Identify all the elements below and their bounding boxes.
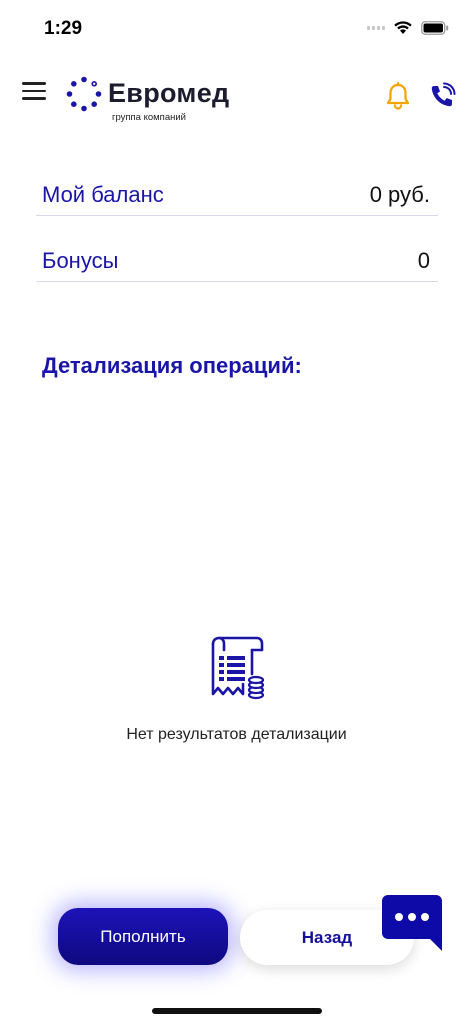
brand-logo: Евромед группа компаний: [66, 76, 256, 126]
logo-mark-icon: [66, 76, 102, 112]
details-title: Детализация операций:: [42, 353, 302, 378]
chat-icon[interactable]: [380, 893, 444, 960]
phone-icon[interactable]: [428, 82, 456, 115]
brand-name: Евромед: [108, 78, 230, 108]
topup-button-label: Пополнить: [100, 926, 186, 946]
receipt-icon: [205, 636, 267, 707]
topup-button[interactable]: Пополнить: [58, 908, 228, 965]
battery-icon: [421, 20, 449, 35]
brand-tagline: группа компаний: [112, 112, 186, 123]
balance-row: Мой баланс 0 руб.: [36, 174, 438, 216]
app-header: Евромед группа компаний: [0, 70, 473, 130]
balance-value: 0 руб.: [369, 182, 430, 207]
home-indicator: [152, 1008, 322, 1014]
bonus-row: Бонусы 0: [36, 240, 438, 282]
back-button-label: Назад: [301, 927, 353, 947]
status-bar: 1:29: [0, 0, 473, 60]
bonus-value: 0: [417, 248, 430, 273]
status-indicators: [367, 20, 449, 35]
signal-icon: [367, 25, 385, 30]
bell-icon[interactable]: [385, 81, 411, 115]
status-time: 1:29: [44, 18, 83, 39]
bonus-label: Бонусы: [42, 248, 119, 273]
menu-icon[interactable]: [22, 82, 46, 100]
wifi-icon: [393, 20, 413, 35]
balance-label: Мой баланс: [42, 182, 164, 207]
empty-state-text: Нет результатов детализации: [126, 726, 347, 743]
